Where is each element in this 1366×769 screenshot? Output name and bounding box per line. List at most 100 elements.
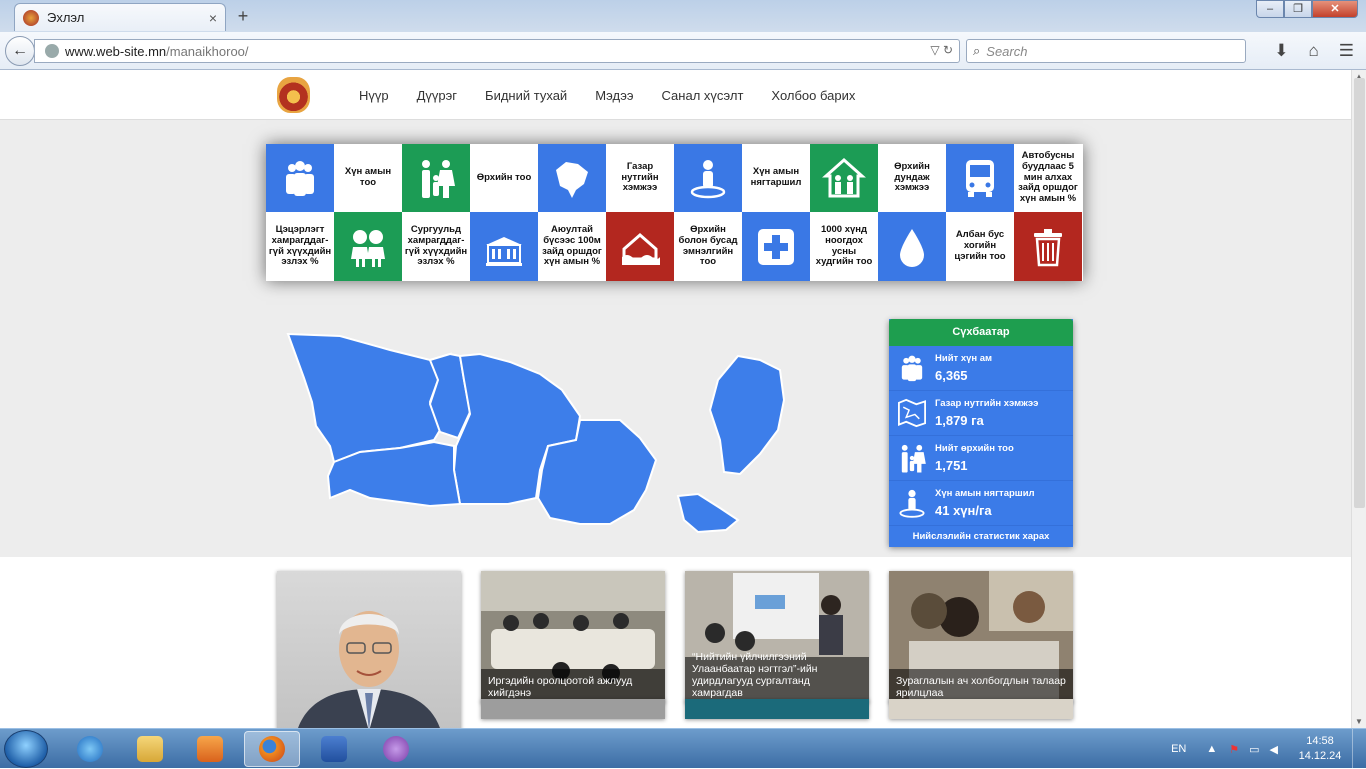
network-icon[interactable]: ▭ [1249,743,1259,756]
tile-label[interactable]: Аюултай бүсээс 100м зайд оршдог хүн амын… [538,212,606,281]
nav-link-4[interactable]: Санал хүсэлт [662,88,744,103]
download-icon[interactable]: ⬇ [1274,41,1288,61]
stat-value: 41 хүн/га [935,503,992,518]
tile-label[interactable]: Өрхийн дундаж хэмжээ [878,144,946,212]
news-caption-3: Зураглалын ач холбогдлын талаар ярилцлаа [889,669,1073,703]
nav-link-0[interactable]: Нүүр [359,88,389,103]
system-tray: EN ▲ ⚑ ▭ ◀ 14:58 14.12.24 [1171,729,1366,769]
person-location-icon [899,489,925,518]
start-button[interactable] [4,730,48,768]
city-stats-link[interactable]: Нийслэлийн статистик харах [889,526,1073,547]
stat-label: Хүн амын нягтаршил [935,488,1035,499]
tile-label[interactable]: 1000 хүнд ноогдох усны худгийн тоо [810,212,878,281]
news-card-2[interactable]: “Нийтийн үйлчилгээний Улаанбаатар нэгтгэ… [685,571,869,703]
news-card-1[interactable]: Иргэдийн оролцоотой ажлууд хийгдэнэ [481,571,665,703]
stat-text: Газар нутгийн хэмжээ 1,879 га [935,398,1038,428]
panel-title: Сүхбаатар [889,319,1073,346]
news-card-6[interactable] [889,699,1073,719]
nav-link-3[interactable]: Мэдээ [595,88,633,103]
tile-children[interactable] [334,212,402,281]
address-bar[interactable]: www.web-site.mn /manaikhoroo/ ▽ ↻ [34,39,960,63]
maximize-button[interactable]: ❐ [1284,0,1312,18]
nav-link-1[interactable]: Дүүрэг [417,88,457,103]
district-map[interactable] [280,320,800,535]
scroll-down-icon[interactable]: ▼ [1355,717,1363,726]
clock-time: 14:58 [1306,735,1334,747]
clock[interactable]: 14:58 14.12.24 [1288,734,1352,764]
tile-people-group[interactable] [266,144,334,212]
tile-house-family[interactable] [810,144,878,212]
show-desktop-button[interactable] [1352,729,1366,769]
stat-icon-wrap [889,487,935,519]
url-host: www.web-site.mn [65,43,167,59]
taskbar-explorer[interactable] [122,731,178,767]
stat-icon-wrap [889,352,935,384]
scroll-thumb[interactable] [1354,78,1365,508]
tile-bus[interactable] [946,144,1014,212]
tab-home[interactable]: Эхлэл × [14,3,226,31]
action-center-icon[interactable]: ⚑ [1229,743,1239,756]
tile-water-drop[interactable] [878,212,946,281]
taskbar-firefox[interactable] [244,731,300,767]
taskbar-word[interactable] [306,731,362,767]
tile-label[interactable]: Хүн амын тоо [334,144,402,212]
stat-value: 1,751 [935,458,968,473]
stat-text: Нийт хүн ам 6,365 [935,353,992,383]
nav-link-5[interactable]: Холбоо барих [771,88,855,103]
menu-icon[interactable]: ☰ [1339,41,1354,61]
tile-map-brazil[interactable] [538,144,606,212]
search-input[interactable]: ⌕ Search [966,39,1246,63]
tile-label[interactable]: Өрхийн тоо [470,144,538,212]
tile-label[interactable]: Хүн амын нягтаршил [742,144,810,212]
children-icon [351,229,385,267]
news-section: Иргэдийн оролцоотой ажлууд хийгдэнэ “Ний… [0,557,1351,728]
bus-icon [966,160,994,197]
stat-row: Нийт өрхийн тоо 1,751 [889,436,1073,481]
news-card-5[interactable] [685,699,869,719]
coat-of-arms-logo[interactable] [277,77,310,113]
stat-row: Нийт хүн ам 6,365 [889,346,1073,391]
people-group-icon [901,355,923,382]
tile-medical-cross[interactable] [742,212,810,281]
tile-school-building[interactable] [470,212,538,281]
stat-row: Газар нутгийн хэмжээ 1,879 га [889,391,1073,436]
news-card-4[interactable] [481,699,665,719]
taskbar-ie[interactable] [62,731,118,767]
tab-close-icon[interactable]: × [209,10,217,26]
show-hidden-icons-icon[interactable]: ▲ [1206,743,1217,755]
stat-value: 1,879 га [935,413,984,428]
close-window-button[interactable]: ✕ [1312,0,1358,18]
tab-bar: Эхлэл × + – ❐ ✕ [0,0,1366,32]
tile-label[interactable]: Албан бус хогийн цэгийн тоо [946,212,1014,281]
new-tab-button[interactable]: + [233,6,253,26]
tile-label[interactable]: Газар нутгийн хэмжээ [606,144,674,212]
tile-flood-house[interactable] [606,212,674,281]
tile-label[interactable]: Сургуульд хамрагддаг-гүй хүүхдийн эзлэх … [402,212,470,281]
language-indicator[interactable]: EN [1171,743,1186,755]
messenger-icon [383,736,409,762]
back-button[interactable]: ← [5,36,35,66]
firefox-icon [259,736,285,762]
tile-label[interactable]: Цэцэрлэгт хамрагддаг-гүй хүүхдийн эзлэх … [266,212,334,281]
tile-label[interactable]: Автобусны буудлаас 5 мин алхах зайд оршд… [1014,144,1082,212]
map-region-7 [676,492,740,534]
home-icon[interactable]: ⌂ [1308,41,1318,61]
stat-label: Нийт өрхийн тоо [935,443,1014,454]
family-icon [901,444,926,473]
people-group-icon [286,161,314,196]
url-controls[interactable]: ▽ ↻ [930,43,953,57]
tile-family[interactable] [402,144,470,212]
taskbar-media[interactable] [182,731,238,767]
tile-trash-can[interactable] [1014,212,1082,281]
tile-label[interactable]: Өрхийн болон бусад эмнэлгийн тоо [674,212,742,281]
official-portrait[interactable] [277,571,461,728]
page-scrollbar[interactable]: ▲ ▼ [1351,70,1366,728]
nav-link-2[interactable]: Бидний тухай [485,88,567,103]
minimize-button[interactable]: – [1256,0,1284,18]
taskbar-messenger[interactable] [368,731,424,767]
tile-person-location[interactable] [674,144,742,212]
news-card-3[interactable]: Зураглалын ач холбогдлын талаар ярилцлаа [889,571,1073,703]
volume-icon[interactable]: ◀ [1270,743,1278,756]
url-path: /manaikhoroo/ [166,43,249,59]
stat-icon-wrap [889,397,935,429]
